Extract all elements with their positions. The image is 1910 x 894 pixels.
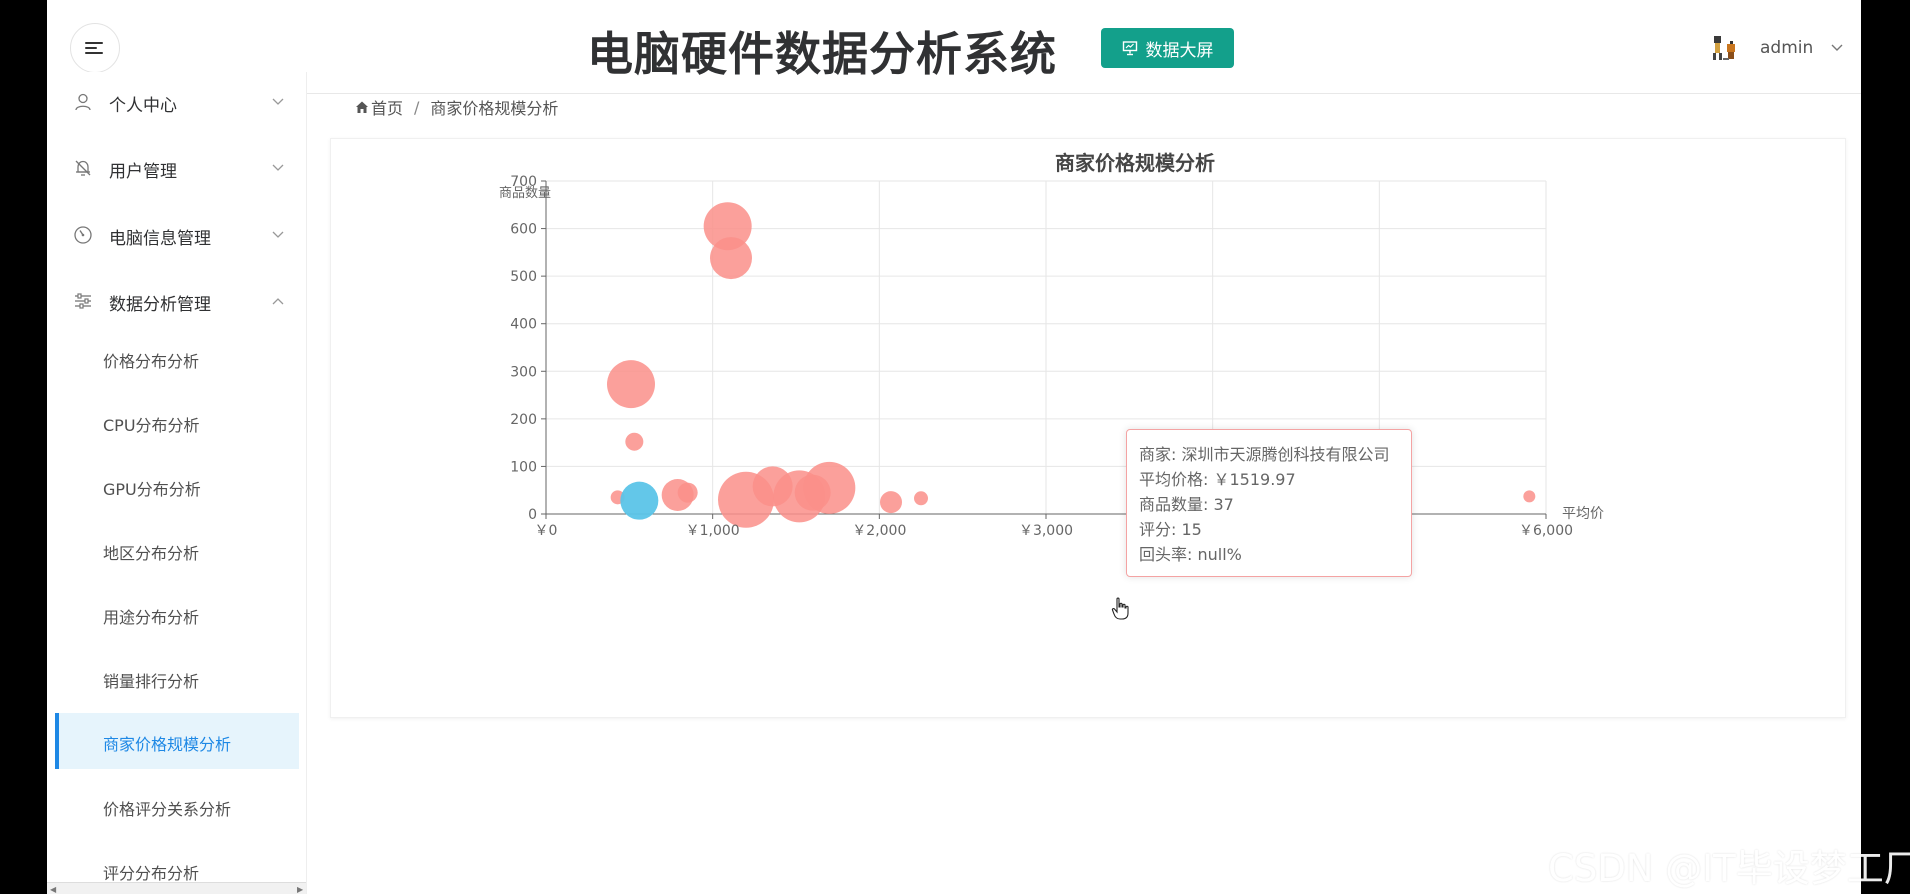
sidebar-group-label: 用户管理 bbox=[109, 162, 177, 182]
gauge-icon bbox=[74, 226, 92, 244]
sliders-icon bbox=[75, 293, 91, 309]
breadcrumb: 首页 / 商家价格规模分析 bbox=[355, 96, 558, 118]
y-tick-label: 100 bbox=[510, 459, 537, 475]
sidebar-group-data-analysis[interactable]: 数据分析管理 bbox=[47, 271, 306, 331]
chart-tooltip: 商家: 深圳市天源腾创科技有限公司 平均价格: ￥1519.97 商品数量: 3… bbox=[1126, 429, 1412, 577]
system-title: 电脑硬件数据分析系统 bbox=[587, 27, 1057, 81]
x-tick-label: ￥2,000 bbox=[852, 523, 906, 539]
scatter-point-highlighted bbox=[620, 481, 659, 520]
scatter-point bbox=[677, 482, 698, 503]
sidebar-item-label: 地区分布分析 bbox=[103, 544, 200, 563]
scatter-point bbox=[607, 360, 655, 409]
sidebar-group-label: 数据分析管理 bbox=[109, 295, 211, 315]
scatter-point bbox=[880, 491, 902, 514]
scroll-right-arrow-icon[interactable]: ▶ bbox=[297, 885, 303, 894]
tooltip-count: 商品数量: 37 bbox=[1139, 495, 1234, 514]
chevron-down-icon bbox=[1831, 44, 1843, 51]
x-tick-label: ￥1,000 bbox=[686, 523, 740, 539]
sidebar-item-gpu-distribution[interactable]: GPU分布分析 bbox=[55, 458, 299, 514]
scatter-point bbox=[1523, 490, 1536, 503]
data-bigscreen-button[interactable]: 数据大屏 bbox=[1101, 28, 1234, 68]
breadcrumb-separator: / bbox=[414, 97, 420, 117]
chevron-down-icon bbox=[272, 98, 284, 105]
avatar bbox=[1713, 36, 1735, 60]
username: admin bbox=[1760, 38, 1814, 58]
chevron-down-icon bbox=[272, 164, 284, 171]
chart-card: 0 100 200 300 400 500 600 700 ￥0 ￥1,000 ￥2,000 ￥3,0… bbox=[330, 138, 1846, 718]
sidebar-item-label: 销量排行分析 bbox=[103, 672, 200, 691]
watermark: CSDN @IT毕设梦工厂 bbox=[1548, 847, 1910, 890]
sidebar-item-usage-distribution[interactable]: 用途分布分析 bbox=[55, 586, 299, 642]
sidebar-horizontal-scrollbar[interactable]: ◀ ▶ bbox=[47, 882, 306, 894]
x-axis-label: 平均价 bbox=[1562, 506, 1604, 522]
breadcrumb-current: 商家价格规模分析 bbox=[430, 99, 559, 118]
tooltip-avg-price: 平均价格: ￥1519.97 bbox=[1139, 470, 1296, 489]
scatter-point bbox=[710, 237, 752, 280]
x-tick-label: ￥6,000 bbox=[1519, 523, 1573, 539]
sidebar-item-region-distribution[interactable]: 地区分布分析 bbox=[55, 522, 299, 578]
scroll-left-arrow-icon[interactable]: ◀ bbox=[50, 885, 56, 894]
sidebar-item-label: 价格评分关系分析 bbox=[103, 800, 232, 819]
scatter-point bbox=[803, 461, 856, 514]
sidebar-item-label: GPU分布分析 bbox=[103, 480, 201, 499]
sidebar-item-price-distribution[interactable]: 价格分布分析 bbox=[55, 330, 299, 386]
tooltip-merchant: 商家: 深圳市天源腾创科技有限公司 bbox=[1139, 445, 1390, 464]
chevron-down-icon bbox=[272, 231, 284, 238]
y-tick-label: 0 bbox=[528, 507, 537, 523]
top-bar: 电脑硬件数据分析系统 数据大屏 admin bbox=[47, 0, 1861, 94]
tooltip-score: 评分: 15 bbox=[1139, 520, 1202, 539]
sidebar-group-label: 个人中心 bbox=[109, 96, 177, 116]
sidebar-item-merchant-price-scale[interactable]: 商家价格规模分析 bbox=[55, 713, 299, 769]
user-menu[interactable]: admin bbox=[1710, 32, 1843, 64]
x-tick-label: ￥0 bbox=[535, 523, 558, 539]
sidebar-item-label: CPU分布分析 bbox=[103, 416, 200, 435]
hand-cursor-icon bbox=[1111, 597, 1129, 620]
sidebar-item-label: 用途分布分析 bbox=[103, 608, 200, 627]
scatter-point bbox=[914, 491, 928, 506]
sidebar-group-computer-info[interactable]: 电脑信息管理 bbox=[47, 205, 306, 265]
tooltip-return-rate: 回头率: null% bbox=[1139, 545, 1242, 564]
y-tick-label: 400 bbox=[510, 317, 537, 333]
y-tick-label: 300 bbox=[510, 364, 537, 380]
chevron-up-icon bbox=[272, 298, 284, 305]
sidebar-item-label: 商家价格规模分析 bbox=[103, 735, 232, 754]
sidebar-item-price-score-relation[interactable]: 价格评分关系分析 bbox=[55, 778, 299, 834]
data-bigscreen-label: 数据大屏 bbox=[1145, 40, 1214, 61]
hamburger-icon bbox=[85, 40, 105, 56]
sidebar-group-personal-center[interactable]: 个人中心 bbox=[47, 72, 306, 132]
y-tick-label: 200 bbox=[510, 412, 537, 428]
chart-title: 商家价格规模分析 bbox=[1055, 151, 1215, 175]
sidebar-item-cpu-distribution[interactable]: CPU分布分析 bbox=[55, 394, 299, 450]
app-window: 电脑硬件数据分析系统 数据大屏 admin 个人中心 用户管理 电脑信息管理 数… bbox=[47, 0, 1861, 894]
presentation-icon bbox=[1122, 41, 1137, 56]
y-axis-label: 商品数量 bbox=[499, 186, 551, 201]
breadcrumb-home-link[interactable]: 首页 bbox=[371, 95, 403, 119]
scatter-point bbox=[625, 432, 644, 451]
sidebar-group-user-management[interactable]: 用户管理 bbox=[47, 138, 306, 198]
bell-off-icon bbox=[75, 160, 91, 176]
scatter-chart: 0100200300400500600700￥0 ￥1,000 ￥2,000 ￥3,0… bbox=[499, 151, 1604, 539]
x-tick-label: ￥3,000 bbox=[1019, 523, 1073, 539]
sidebar-item-label: 价格分布分析 bbox=[103, 352, 200, 371]
menu-toggle-button[interactable] bbox=[70, 23, 120, 73]
sidebar-item-label: 评分分布分析 bbox=[103, 864, 200, 883]
home-icon bbox=[356, 101, 368, 113]
sidebar-group-label: 电脑信息管理 bbox=[109, 229, 211, 249]
sidebar: 个人中心 用户管理 电脑信息管理 数据分析管理 价格分布分析 CPU分布分析 G… bbox=[47, 72, 307, 894]
y-tick-label: 500 bbox=[510, 269, 537, 285]
sidebar-item-sales-ranking[interactable]: 销量排行分析 bbox=[55, 650, 299, 706]
user-icon bbox=[75, 93, 91, 111]
y-tick-label: 600 bbox=[510, 222, 537, 238]
